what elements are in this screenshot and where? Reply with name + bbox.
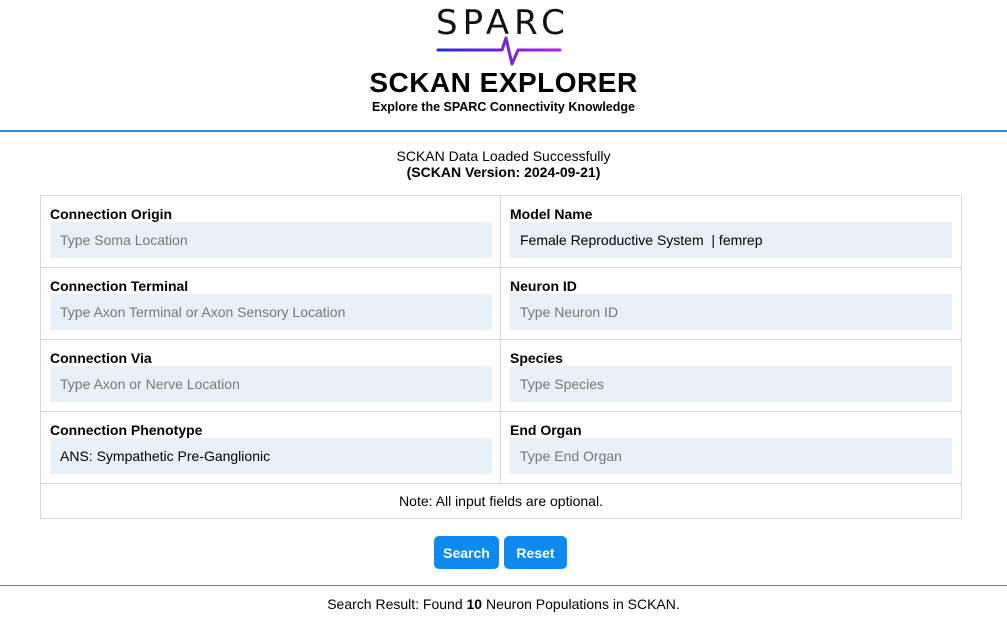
connection-via-label: Connection Via: [50, 350, 152, 366]
page-header: SPARC SCKAN EXPLORER Explore the SPARC C…: [0, 0, 1007, 131]
end-organ-cell: End Organ: [501, 412, 961, 484]
end-organ-label: End Organ: [510, 422, 582, 438]
query-form: Connection Origin Model Name Connection …: [40, 195, 962, 519]
connection-via-input[interactable]: [50, 366, 492, 402]
neuron-id-cell: Neuron ID: [501, 268, 961, 340]
end-organ-input[interactable]: [510, 438, 952, 474]
results-divider: [0, 585, 1007, 586]
load-status-message: SCKAN Data Loaded Successfully: [396, 148, 611, 164]
app-subtitle: Explore the SPARC Connectivity Knowledge: [371, 100, 635, 114]
result-suffix: Neuron Populations in SCKAN.: [482, 596, 680, 612]
model-name-input[interactable]: [510, 222, 952, 258]
species-input[interactable]: [510, 366, 952, 402]
app-title: SCKAN EXPLORER: [369, 67, 638, 98]
model-name-cell: Model Name: [501, 196, 961, 268]
connection-terminal-cell: Connection Terminal: [41, 268, 501, 340]
connection-terminal-label: Connection Terminal: [50, 278, 189, 294]
connection-origin-input[interactable]: [50, 222, 492, 258]
neuron-id-input[interactable]: [510, 294, 952, 330]
connection-phenotype-input[interactable]: [50, 438, 492, 474]
connection-phenotype-label: Connection Phenotype: [50, 422, 203, 438]
result-count: 10: [466, 596, 483, 612]
search-button[interactable]: Search: [434, 536, 499, 569]
model-name-label: Model Name: [510, 206, 593, 222]
search-result-summary: Search Result: Found 10 Neuron Populatio…: [0, 596, 1007, 612]
connection-phenotype-cell: Connection Phenotype: [41, 412, 501, 484]
species-label: Species: [510, 350, 563, 366]
reset-button[interactable]: Reset: [504, 536, 567, 569]
connection-origin-label: Connection Origin: [50, 206, 173, 222]
connection-origin-cell: Connection Origin: [41, 196, 501, 268]
result-prefix: Search Result: Found: [327, 596, 467, 612]
heartbeat-icon: [436, 36, 562, 66]
species-cell: Species: [501, 340, 961, 412]
header-divider: [0, 130, 1007, 132]
optional-fields-note: Note: All input fields are optional.: [399, 493, 603, 509]
neuron-id-label: Neuron ID: [510, 278, 577, 294]
connection-via-cell: Connection Via: [41, 340, 501, 412]
connection-terminal-input[interactable]: [50, 294, 492, 330]
sckan-version: (SCKAN Version: 2024-09-21): [406, 164, 601, 180]
load-status: SCKAN Data Loaded Successfully (SCKAN Ve…: [0, 148, 1007, 180]
sparc-logo: SPARC: [436, 4, 565, 68]
